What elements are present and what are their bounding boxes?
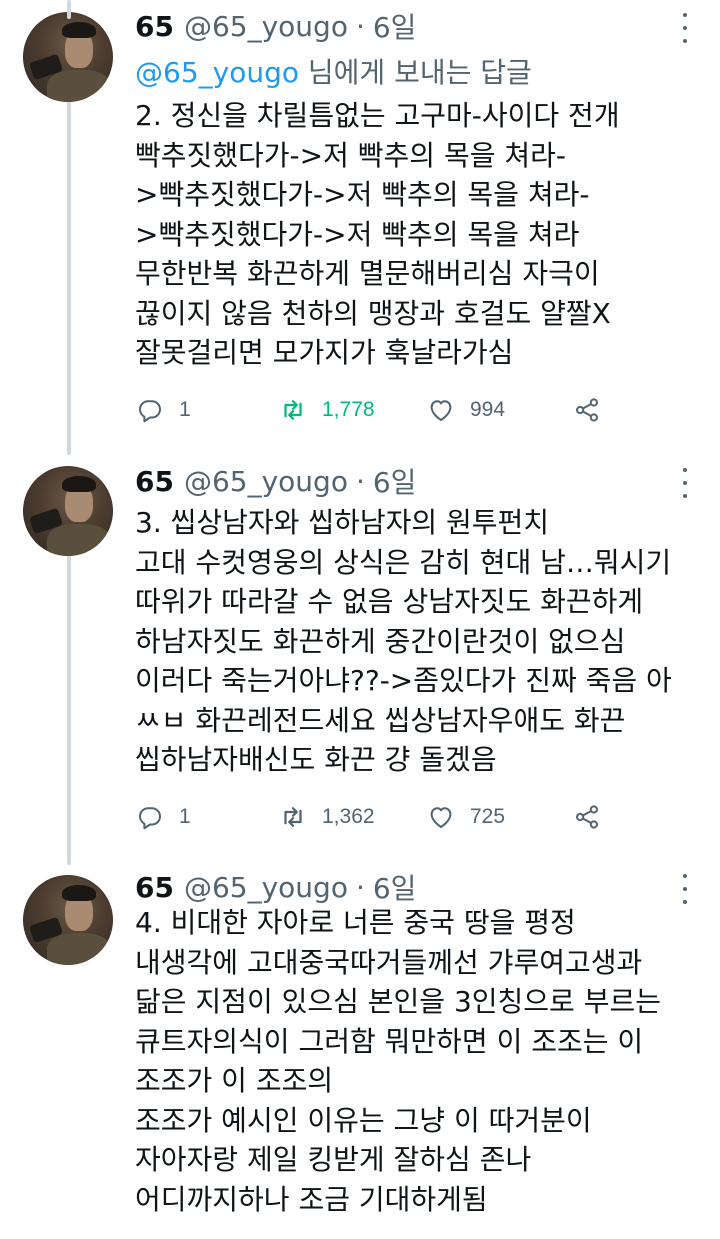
tweet-text-line: 어디까지하나 조금 기대하게됨: [135, 1182, 488, 1216]
tweet-text-line: 자아자랑 제일 킹받게 잘하심 존나: [135, 1143, 532, 1176]
timestamp[interactable]: 6일: [373, 461, 417, 501]
replying-to: @65_yougo 님에게 보내는 답글: [135, 51, 532, 91]
like-button[interactable]: 725: [426, 797, 505, 837]
tweet-1[interactable]: 65 @65_yougo · 6일 @65_yougo 님에게 보내는 답글 2…: [0, 0, 720, 455]
tweet-text-line: 2. 정신을 차릴틈없는 고구마-사이다 전개: [135, 99, 620, 132]
tweet-text-line: 4. 비대한 자아로 너른 중국 땅을 평정: [135, 906, 576, 939]
separator-dot: ·: [355, 870, 365, 904]
like-button[interactable]: 994: [426, 390, 505, 430]
more-icon[interactable]: [681, 13, 689, 43]
retweet-icon: [284, 400, 302, 420]
tweet-text-line: 고대 수컷영웅의 상식은 감히 현대 남…뭐시기: [135, 545, 672, 579]
display-name[interactable]: 65: [135, 465, 174, 498]
separator-dot: ·: [355, 464, 365, 498]
retweet-count: 1,362: [322, 805, 375, 828]
timestamp[interactable]: 6일: [373, 6, 417, 46]
tweet-text-line: ㅆㅂ 화끈레전드세요 씹상남자우애도 화끈: [135, 703, 626, 737]
tweet-3[interactable]: 65 @65_yougo · 6일 4. 비대한 자아로 너른 중국 땅을 평정…: [0, 865, 720, 1239]
tweet-text-line: >빡추짓했다가->저 빡추의 목을 쳐라: [135, 217, 580, 251]
retweet-count: 1,778: [322, 398, 375, 421]
like-count: 725: [470, 805, 506, 828]
reply-icon: [139, 400, 161, 423]
tweet-text-line: 조조가 예시인 이유는 그냥 이 따거분이: [135, 1103, 592, 1137]
more-icon[interactable]: [681, 468, 689, 498]
tweet-text-line: 이러다 죽는거아냐??->좀있다가 진짜 죽음 아: [135, 664, 672, 697]
tweet-text-line: 따위가 따라갈 수 없음 상남자짓도 화끈하게: [135, 585, 644, 618]
avatar[interactable]: [23, 466, 113, 556]
thread-line: [67, 550, 71, 865]
more-icon[interactable]: [681, 874, 689, 904]
tweet-text-line: 큐트자의식이 그러함 뭐만하면 이 조조는 이: [135, 1024, 644, 1058]
reply-button[interactable]: 1: [135, 797, 191, 837]
tweet-actions: 1 1,778 994: [135, 390, 615, 430]
reply-count: 1: [179, 805, 191, 828]
share-icon: [576, 805, 598, 829]
thread-line: [67, 0, 71, 19]
reply-to-label: 님에게 보내는 답글: [298, 56, 532, 89]
reply-count: 1: [179, 398, 191, 421]
tweet-text: 3. 씹상남자와 씹하남자의 원투펀치 고대 수컷영웅의 상식은 감히 현대 남…: [135, 503, 695, 780]
like-icon: [430, 400, 452, 421]
tweet-thread: 65 @65_yougo · 6일 @65_yougo 님에게 보내는 답글 2…: [0, 0, 720, 1239]
retweet-button[interactable]: 1,362: [278, 797, 375, 837]
tweet-2[interactable]: 65 @65_yougo · 6일 3. 씹상남자와 씹하남자의 원투펀치 고대…: [0, 0, 720, 865]
tweet-text-line: 내생각에 고대중국따거들께선 갸루여고생과: [135, 945, 643, 979]
tweet-header: 65 @65_yougo · 6일: [135, 6, 416, 46]
timestamp[interactable]: 6일: [373, 867, 417, 907]
share-button[interactable]: [572, 797, 602, 837]
tweet-text-line: 조조가 이 조조의: [135, 1064, 334, 1097]
tweet-text-line: 하남자짓도 화끈하게 중간이란것이 없으심: [135, 624, 626, 658]
avatar[interactable]: [23, 875, 113, 965]
tweet-text-line: 닮은 지점이 있으심 본인을 3인칭으로 부르는: [135, 985, 661, 1018]
thread-line: [67, 95, 71, 455]
display-name[interactable]: 65: [135, 871, 174, 904]
tweet-text: 4. 비대한 자아로 너른 중국 땅을 평정 내생각에 고대중국따거들께선 갸루…: [135, 903, 695, 1219]
tweet-header: 65 @65_yougo · 6일: [135, 867, 416, 907]
tweet-header: 65 @65_yougo · 6일: [135, 461, 416, 501]
tweet-text-line: 끊이지 않음 천하의 맹장과 호걸도 얄짤X: [135, 296, 611, 330]
tweet-text-line: 무한반복 화끈하게 멸문해버리심 자극이: [135, 257, 600, 290]
like-icon: [430, 807, 452, 828]
retweet-button[interactable]: 1,778: [278, 390, 375, 430]
reply-mention-link[interactable]: @65_yougo: [135, 56, 299, 89]
like-count: 994: [470, 398, 506, 421]
share-button[interactable]: [572, 390, 602, 430]
avatar[interactable]: [23, 12, 113, 102]
reply-button[interactable]: 1: [135, 390, 191, 430]
tweet-text-line: >빡추짓했다가->저 빡추의 목을 쳐라-: [135, 178, 590, 211]
share-icon: [576, 398, 598, 422]
tweet-text-line: 잘못걸리면 모가지가 훅날라가심: [135, 336, 514, 369]
user-handle[interactable]: @65_yougo: [184, 10, 348, 43]
user-handle[interactable]: @65_yougo: [184, 871, 348, 904]
user-handle[interactable]: @65_yougo: [184, 465, 348, 498]
tweet-text-line: 빡추짓했다가->저 빡추의 목을 쳐라-: [135, 138, 567, 172]
retweet-icon: [284, 807, 302, 827]
tweet-text-line: 씹하남자배신도 화끈 걍 돌겠음: [135, 743, 497, 776]
tweet-text: 2. 정신을 차릴틈없는 고구마-사이다 전개 빡추짓했다가->저 빡추의 목을…: [135, 96, 695, 373]
separator-dot: ·: [355, 9, 365, 43]
reply-icon: [139, 807, 161, 830]
display-name[interactable]: 65: [135, 10, 174, 43]
tweet-text-line: 3. 씹상남자와 씹하남자의 원투펀치: [135, 506, 550, 539]
tweet-actions: 1 1,362 725: [135, 797, 615, 837]
